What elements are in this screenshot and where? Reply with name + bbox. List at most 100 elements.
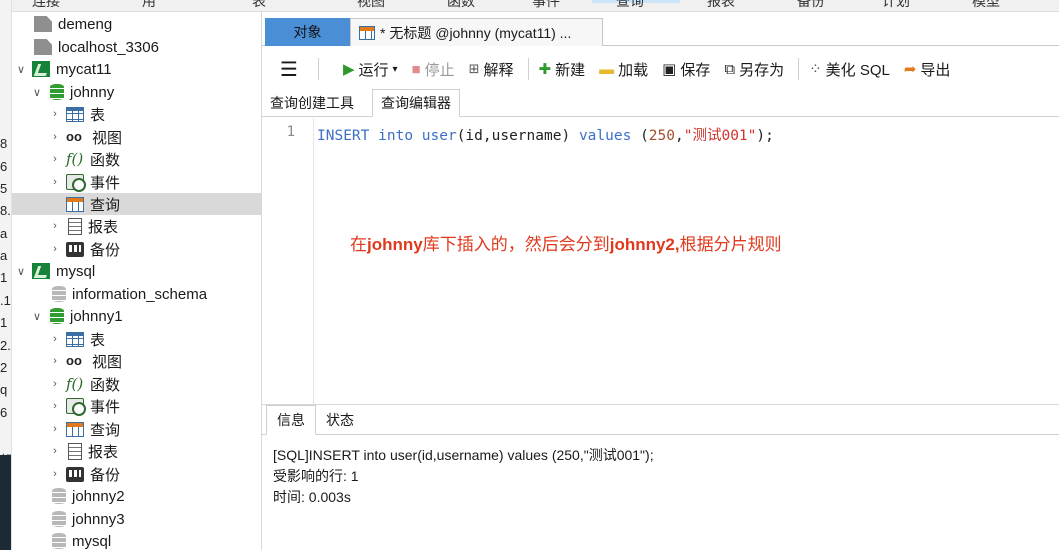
- tab-objects[interactable]: 对象: [265, 18, 350, 46]
- chevron-right-icon[interactable]: ›: [48, 131, 62, 143]
- beautify-sql-button[interactable]: ⁘ 美化 SQL: [809, 59, 890, 80]
- stop-button[interactable]: ■ 停止: [412, 59, 455, 80]
- event-icon: [66, 174, 86, 192]
- table-icon: [66, 106, 84, 122]
- stop-icon: ■: [411, 60, 421, 78]
- chevron-down-icon[interactable]: ∨: [30, 310, 44, 323]
- desktop-background: [0, 455, 11, 550]
- tree-item-functions[interactable]: › f() 函数: [12, 373, 261, 395]
- chevron-right-icon[interactable]: ›: [48, 468, 62, 480]
- menu-connect[interactable]: 连接: [32, 0, 60, 11]
- new-button[interactable]: ✚ 新建: [539, 59, 586, 80]
- load-button[interactable]: ▬ 加载: [599, 59, 648, 80]
- tree-item-label: johnny: [70, 83, 115, 101]
- menu-function[interactable]: 函数: [447, 0, 475, 11]
- menu-model[interactable]: 模型: [972, 0, 1000, 11]
- tree-item-events[interactable]: › 事件: [12, 395, 261, 417]
- tree-item-functions[interactable]: › f() 函数: [12, 148, 261, 170]
- menu-table[interactable]: 表: [252, 0, 266, 11]
- tree-item-johnny3[interactable]: johnny3: [12, 508, 261, 530]
- chevron-right-icon[interactable]: ›: [48, 355, 62, 367]
- chevron-right-icon[interactable]: ›: [48, 220, 62, 232]
- tab-query-builder[interactable]: 查询创建工具: [262, 89, 362, 117]
- sql-comma: ,: [675, 128, 684, 144]
- bg-fragment: q: [0, 382, 8, 397]
- tree-item-johnny1[interactable]: ∨ johnny1: [12, 305, 261, 327]
- menu-view[interactable]: 视图: [357, 0, 385, 11]
- menu-report[interactable]: 报表: [707, 0, 735, 11]
- chevron-right-icon[interactable]: ›: [48, 108, 62, 120]
- chevron-right-icon[interactable]: ›: [48, 333, 62, 345]
- tree-item-information-schema[interactable]: information_schema: [12, 283, 261, 305]
- tree-item-reports[interactable]: › 报表: [12, 215, 261, 237]
- tree-item-views[interactable]: › oo 视图: [12, 350, 261, 372]
- tree-item-tables[interactable]: › 表: [12, 103, 261, 125]
- sql-keyword: values: [578, 128, 632, 144]
- menu-event[interactable]: 事件: [532, 0, 560, 11]
- tree-item-johnny[interactable]: ∨ johnny: [12, 81, 261, 103]
- tab-untitled-query[interactable]: * 无标题 @johnny (mycat11) ...: [350, 18, 603, 46]
- annotation-text: 在: [350, 235, 367, 255]
- menu-icon[interactable]: ☰: [280, 57, 298, 82]
- tree-item-backups[interactable]: › 备份: [12, 238, 261, 260]
- menu-user[interactable]: 用: [142, 0, 156, 11]
- line-number: 1: [286, 124, 295, 140]
- save-button[interactable]: ▣ 保存: [662, 59, 710, 80]
- bg-fragment: a: [0, 226, 8, 241]
- chevron-down-icon[interactable]: ∨: [14, 265, 28, 278]
- tab-info[interactable]: 信息: [266, 405, 316, 435]
- tree-item-backups[interactable]: › 备份: [12, 463, 261, 485]
- export-button[interactable]: ➦ 导出: [904, 59, 951, 80]
- sql-editor[interactable]: 1 INSERT into user(id,username) values (…: [262, 118, 1059, 406]
- database-gray-icon: [52, 286, 66, 302]
- chevron-right-icon[interactable]: ›: [48, 445, 62, 457]
- explain-button[interactable]: ⊞ 解释: [469, 59, 514, 80]
- chevron-right-icon[interactable]: ›: [48, 243, 62, 255]
- tree-item-label: information_schema: [72, 285, 208, 303]
- tree-item-johnny2[interactable]: johnny2: [12, 485, 261, 507]
- annotation-text: johnny2,: [609, 235, 680, 254]
- query-workspace: 对象 * 无标题 @johnny (mycat11) ... ☰ ▶ 运行 ▾ …: [262, 12, 1059, 550]
- chevron-right-icon[interactable]: ›: [48, 153, 62, 165]
- annotation-text: 库下插入的，然后会分到: [422, 235, 610, 255]
- chevron-right-icon[interactable]: ›: [48, 176, 62, 188]
- tree-item-label: 表: [90, 106, 106, 124]
- tree-item-localhost[interactable]: localhost_3306: [12, 36, 261, 58]
- sql-keyword: into: [378, 128, 414, 144]
- tree-item-views[interactable]: › oo 视图: [12, 126, 261, 148]
- document-tabbar: 对象 * 无标题 @johnny (mycat11) ...: [262, 18, 1059, 46]
- tree-item-tables[interactable]: › 表: [12, 328, 261, 350]
- sql-code-line[interactable]: INSERT into user(id,username) values (25…: [317, 124, 774, 145]
- tree-item-label: 备份: [90, 466, 121, 484]
- tree-item-mysql-connection[interactable]: ∨ mysql: [12, 260, 261, 282]
- play-icon: ▶: [342, 61, 355, 78]
- tree-item-demeng[interactable]: demeng: [12, 13, 261, 35]
- tab-query-editor[interactable]: 查询编辑器: [372, 89, 460, 117]
- tree-item-queries[interactable]: 查询: [12, 193, 261, 215]
- save-as-button[interactable]: ⧉ 另存为: [724, 59, 784, 80]
- tree-item-label: 事件: [90, 398, 121, 416]
- sql-columns: (id,username): [456, 128, 571, 144]
- chevron-right-icon[interactable]: ›: [48, 423, 62, 435]
- tree-item-mysql-db[interactable]: mysql: [12, 530, 261, 550]
- tree-item-mycat11[interactable]: ∨ mycat11: [12, 58, 261, 80]
- tree-item-reports[interactable]: › 报表: [12, 440, 261, 462]
- chevron-right-icon[interactable]: ›: [48, 378, 62, 390]
- tree-item-events[interactable]: › 事件: [12, 171, 261, 193]
- menu-schedule[interactable]: 计划: [882, 0, 910, 11]
- chevron-right-icon[interactable]: ›: [48, 400, 62, 412]
- tree-item-label: 备份: [90, 241, 121, 259]
- tab-status[interactable]: 状态: [316, 405, 364, 435]
- sql-close: );: [756, 128, 774, 144]
- sql-number: 250: [648, 128, 675, 144]
- chevron-down-icon[interactable]: ∨: [14, 63, 28, 76]
- menu-query[interactable]: 查询: [592, 0, 680, 9]
- database-gray-icon: [52, 488, 66, 504]
- view-icon: oo: [66, 129, 82, 144]
- chevron-down-icon[interactable]: ∨: [30, 86, 44, 99]
- run-button[interactable]: ▶ 运行 ▾: [343, 59, 398, 80]
- tree-item-queries[interactable]: › 查询: [12, 418, 261, 440]
- dropdown-arrow-icon[interactable]: ▾: [393, 64, 398, 75]
- menu-backup[interactable]: 备份: [797, 0, 825, 11]
- tab-query-label: * 无标题 @johnny (mycat11) ...: [380, 24, 572, 41]
